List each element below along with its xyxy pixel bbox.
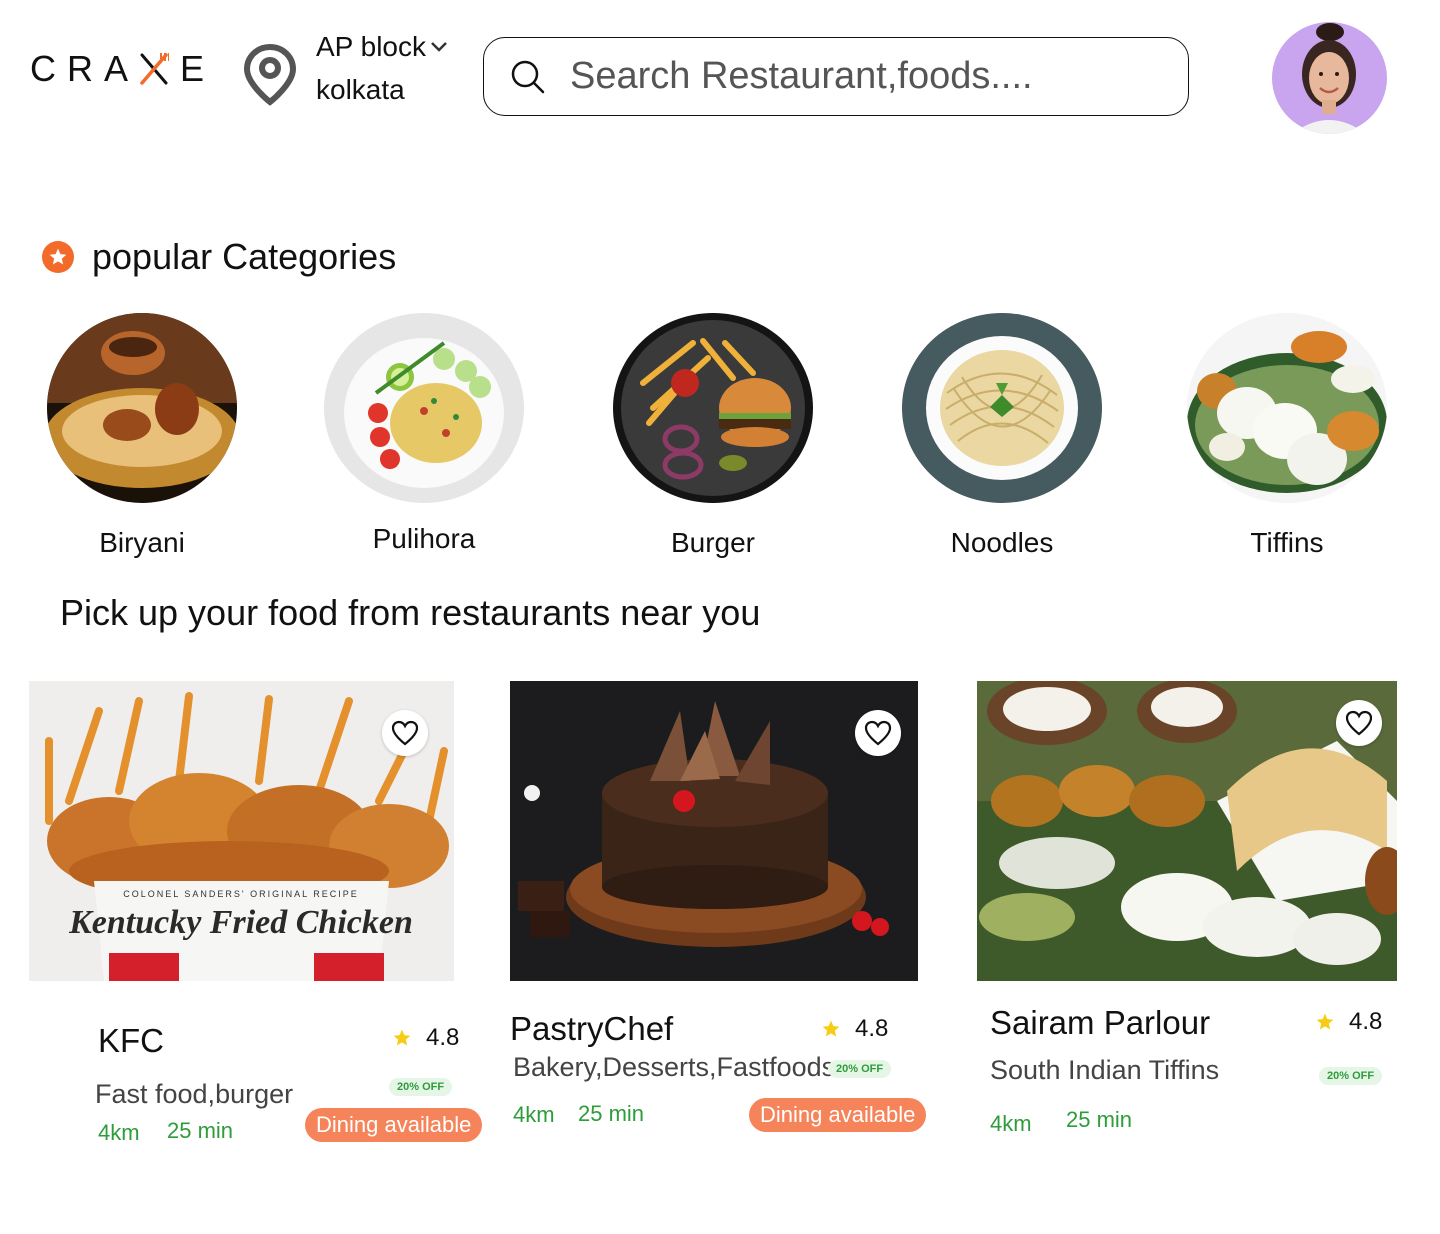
rating: 4.8 (1315, 1008, 1382, 1036)
heart-icon (864, 720, 892, 746)
rating: 4.8 (392, 1024, 459, 1052)
popular-categories-heading: popular Categories (42, 236, 396, 278)
location-pin-icon (244, 44, 296, 106)
logo-text-end: E (180, 48, 216, 89)
app-logo[interactable]: CRA E (30, 48, 215, 90)
category-label: Burger (670, 527, 756, 558)
restaurant-card-sairam-parlour[interactable]: Sairam Parlour 4.8 South Indian Tiffins … (977, 681, 1397, 1141)
category-label: Biryani (99, 527, 185, 558)
kfc-image-brand: Kentucky Fried Chicken (68, 904, 413, 941)
star-icon (1316, 1013, 1334, 1030)
dining-badge: Dining available (305, 1108, 483, 1142)
restaurant-cuisine: South Indian Tiffins (990, 1055, 1220, 1085)
pastrychef-image (510, 681, 918, 981)
restaurant-card-kfc[interactable]: COLONEL SANDERS' ORIGINAL RECIPE Kentuck… (29, 681, 483, 1145)
restaurant-name: PastryChef (510, 1010, 674, 1047)
fork-knife-icon (139, 51, 171, 87)
offer-badge: 20% OFF (389, 1078, 453, 1096)
avatar[interactable] (1272, 22, 1387, 134)
restaurant-name: KFC (98, 1022, 164, 1059)
restaurant-card-pastrychef[interactable]: PastryChef 4.8 Bakery,Desserts,Fastfoods… (510, 681, 927, 1141)
kfc-image: COLONEL SANDERS' ORIGINAL RECIPE Kentuck… (29, 681, 454, 981)
category-biryani[interactable]: Biryani (42, 313, 242, 559)
heart-icon (1345, 710, 1373, 736)
delivery-time: 25 min (167, 1118, 234, 1143)
search-bar[interactable] (483, 37, 1189, 116)
category-label: Tiffins (1250, 527, 1324, 558)
search-icon (511, 60, 545, 93)
star-badge-icon (42, 241, 74, 273)
location-city: kolkata (316, 74, 405, 105)
rating-value: 4.8 (426, 1024, 460, 1051)
category-noodles[interactable]: Noodles (902, 313, 1102, 559)
favorite-button[interactable] (855, 710, 901, 756)
noodles-image (902, 313, 1102, 503)
location-selector[interactable]: AP block kolkata (244, 30, 448, 106)
section-title: popular Categories (92, 236, 397, 277)
sairam-parlour-image (977, 681, 1397, 981)
category-pulihora[interactable]: Pulihora (324, 313, 524, 555)
burger-image (613, 313, 813, 503)
favorite-button[interactable] (1336, 700, 1382, 746)
kfc-image-subtext: COLONEL SANDERS' ORIGINAL RECIPE (123, 889, 359, 899)
distance: 4km (513, 1102, 555, 1127)
delivery-time: 25 min (1066, 1107, 1133, 1132)
logo-text-start: CRA (30, 48, 140, 89)
rating: 4.8 (821, 1015, 888, 1043)
offer-badge: 20% OFF (1319, 1067, 1383, 1085)
rating-value: 4.8 (1349, 1008, 1383, 1035)
star-icon (822, 1020, 840, 1037)
restaurants-section-title: Pick up your food from restaurants near … (60, 592, 761, 633)
rating-value: 4.8 (855, 1015, 889, 1042)
offer-badge: 20% OFF (828, 1060, 892, 1078)
chevron-down-icon[interactable] (430, 41, 448, 53)
pulihora-image (324, 313, 524, 503)
restaurant-name: Sairam Parlour (990, 1004, 1211, 1041)
restaurant-cuisine: Fast food,burger (95, 1079, 294, 1109)
distance: 4km (990, 1111, 1032, 1136)
tiffins-image (1187, 313, 1387, 503)
category-tiffins[interactable]: Tiffins (1187, 313, 1387, 559)
category-burger[interactable]: Burger (613, 313, 813, 559)
heart-icon (391, 720, 419, 746)
category-label: Noodles (950, 527, 1054, 558)
restaurant-cuisine: Bakery,Desserts,Fastfoods (513, 1052, 836, 1082)
favorite-button[interactable] (382, 710, 428, 756)
category-label: Pulihora (372, 523, 476, 554)
distance: 4km (98, 1120, 140, 1145)
delivery-time: 25 min (578, 1101, 645, 1126)
search-input[interactable] (570, 55, 1170, 98)
dining-badge: Dining available (749, 1098, 927, 1132)
location-area: AP block (316, 31, 426, 62)
biryani-image (47, 313, 237, 503)
star-icon (393, 1029, 411, 1046)
